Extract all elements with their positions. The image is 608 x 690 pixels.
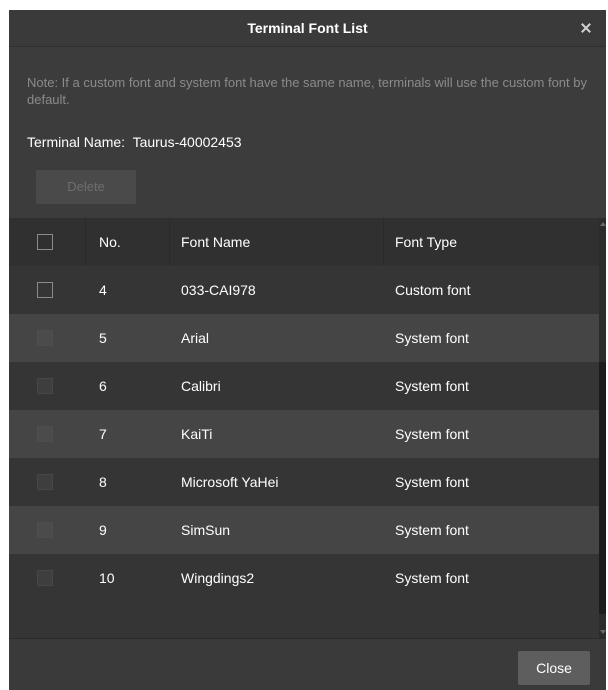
- table-row[interactable]: 10 Wingdings2 System font: [9, 554, 599, 602]
- delete-button[interactable]: Delete: [36, 170, 136, 204]
- column-header-no[interactable]: No.: [99, 218, 121, 266]
- cell-font-name: KaiTi: [181, 426, 213, 442]
- row-checkbox: [37, 570, 53, 586]
- table-row[interactable]: 4 033-CAI978 Custom font: [9, 266, 599, 314]
- cell-font-type: System font: [395, 570, 469, 586]
- arrow-up-icon[interactable]: [600, 222, 606, 226]
- dialog-title: Terminal Font List: [247, 20, 368, 36]
- close-icon[interactable]: [576, 18, 596, 38]
- cell-font-type: System font: [395, 474, 469, 490]
- select-all-checkbox[interactable]: [37, 234, 53, 250]
- terminal-name-value: Taurus-40002453: [132, 134, 242, 150]
- table-scrollbar[interactable]: [599, 218, 606, 638]
- cell-font-name: 033-CAI978: [181, 282, 256, 298]
- column-header-font-name[interactable]: Font Name: [181, 218, 250, 266]
- row-checkbox: [37, 330, 53, 346]
- column-header-font-type[interactable]: Font Type: [395, 218, 457, 266]
- column-divider: [169, 218, 170, 266]
- dialog-titlebar: Terminal Font List: [9, 10, 606, 47]
- cell-no: 6: [99, 378, 107, 394]
- table-row[interactable]: 9 SimSun System font: [9, 506, 599, 554]
- row-checkbox[interactable]: [37, 282, 53, 298]
- note-text: Note: If a custom font and system font h…: [27, 75, 587, 107]
- cell-no: 10: [99, 570, 115, 586]
- cell-font-type: Custom font: [395, 282, 471, 298]
- row-checkbox: [37, 474, 53, 490]
- cell-font-name: SimSun: [181, 522, 231, 538]
- cell-font-name: Calibri: [181, 378, 221, 394]
- cell-font-type: System font: [395, 522, 469, 538]
- cell-no: 8: [99, 474, 107, 490]
- dialog-footer: Close: [9, 638, 606, 690]
- cell-no: 7: [99, 426, 107, 442]
- terminal-name-row: Terminal Name: Taurus-40002453: [27, 132, 242, 152]
- cell-no: 9: [99, 522, 107, 538]
- font-table: No. Font Name Font Type 4 033-CAI978 Cus…: [9, 218, 599, 638]
- table-row[interactable]: 8 Microsoft YaHei System font: [9, 458, 599, 506]
- cell-font-name: Arial: [181, 330, 210, 346]
- scrollbar-thumb[interactable]: [599, 362, 606, 614]
- table-row[interactable]: 7 KaiTi System font: [9, 410, 599, 458]
- table-row[interactable]: 6 Calibri System font: [9, 362, 599, 410]
- terminal-name-label: Terminal Name:: [27, 134, 126, 150]
- terminal-font-list-dialog: Terminal Font List Note: If a custom fon…: [9, 10, 606, 690]
- cell-font-type: System font: [395, 330, 469, 346]
- table-row[interactable]: 5 Arial System font: [9, 314, 599, 362]
- cell-no: 5: [99, 330, 107, 346]
- row-checkbox: [37, 522, 53, 538]
- close-button[interactable]: Close: [518, 651, 590, 685]
- column-divider: [85, 218, 86, 266]
- arrow-down-icon[interactable]: [600, 630, 606, 634]
- column-divider: [383, 218, 384, 266]
- cell-font-type: System font: [395, 378, 469, 394]
- cell-no: 4: [99, 282, 107, 298]
- table-header-row: No. Font Name Font Type: [9, 218, 599, 266]
- cell-font-type: System font: [395, 426, 469, 442]
- row-checkbox: [37, 426, 53, 442]
- cell-font-name: Wingdings2: [181, 570, 255, 586]
- cell-font-name: Microsoft YaHei: [181, 474, 279, 490]
- row-checkbox: [37, 378, 53, 394]
